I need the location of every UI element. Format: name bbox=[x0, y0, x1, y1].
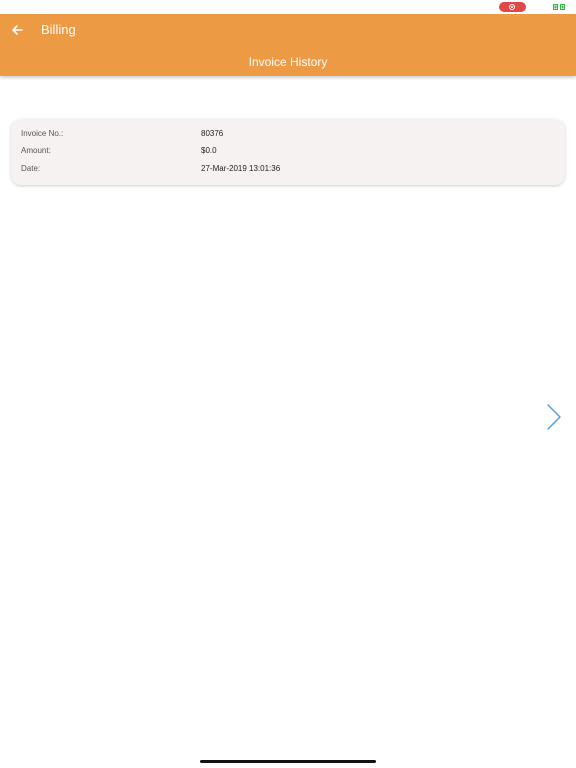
date-label: Date: bbox=[21, 164, 41, 173]
amount-value: $0.0 bbox=[201, 146, 217, 155]
invoice-card[interactable]: Invoice No.: 80376 Amount: $0.0 Date: 27… bbox=[11, 119, 565, 185]
invoice-history-screen: Billing Invoice History Invoice No.: 803… bbox=[0, 0, 576, 768]
chevron-right-icon[interactable] bbox=[545, 402, 563, 432]
screen-record-icon bbox=[499, 2, 526, 12]
page-title: Billing bbox=[41, 22, 76, 37]
date-row: Date: 27-Mar-2019 13:01:36 bbox=[11, 163, 565, 175]
home-indicator[interactable] bbox=[200, 760, 376, 763]
invoice-number-value: 80376 bbox=[201, 129, 224, 138]
invoice-number-row: Invoice No.: 80376 bbox=[11, 128, 565, 140]
battery-icon bbox=[553, 4, 565, 10]
amount-row: Amount: $0.0 bbox=[11, 145, 565, 157]
status-bar bbox=[0, 0, 576, 14]
date-value: 27-Mar-2019 13:01:36 bbox=[201, 164, 281, 173]
amount-label: Amount: bbox=[21, 146, 51, 155]
invoice-number-label: Invoice No.: bbox=[21, 129, 64, 138]
arrow-left-icon[interactable] bbox=[8, 20, 30, 40]
page-subtitle: Invoice History bbox=[248, 55, 328, 69]
app-header: Billing Invoice History bbox=[0, 14, 576, 76]
